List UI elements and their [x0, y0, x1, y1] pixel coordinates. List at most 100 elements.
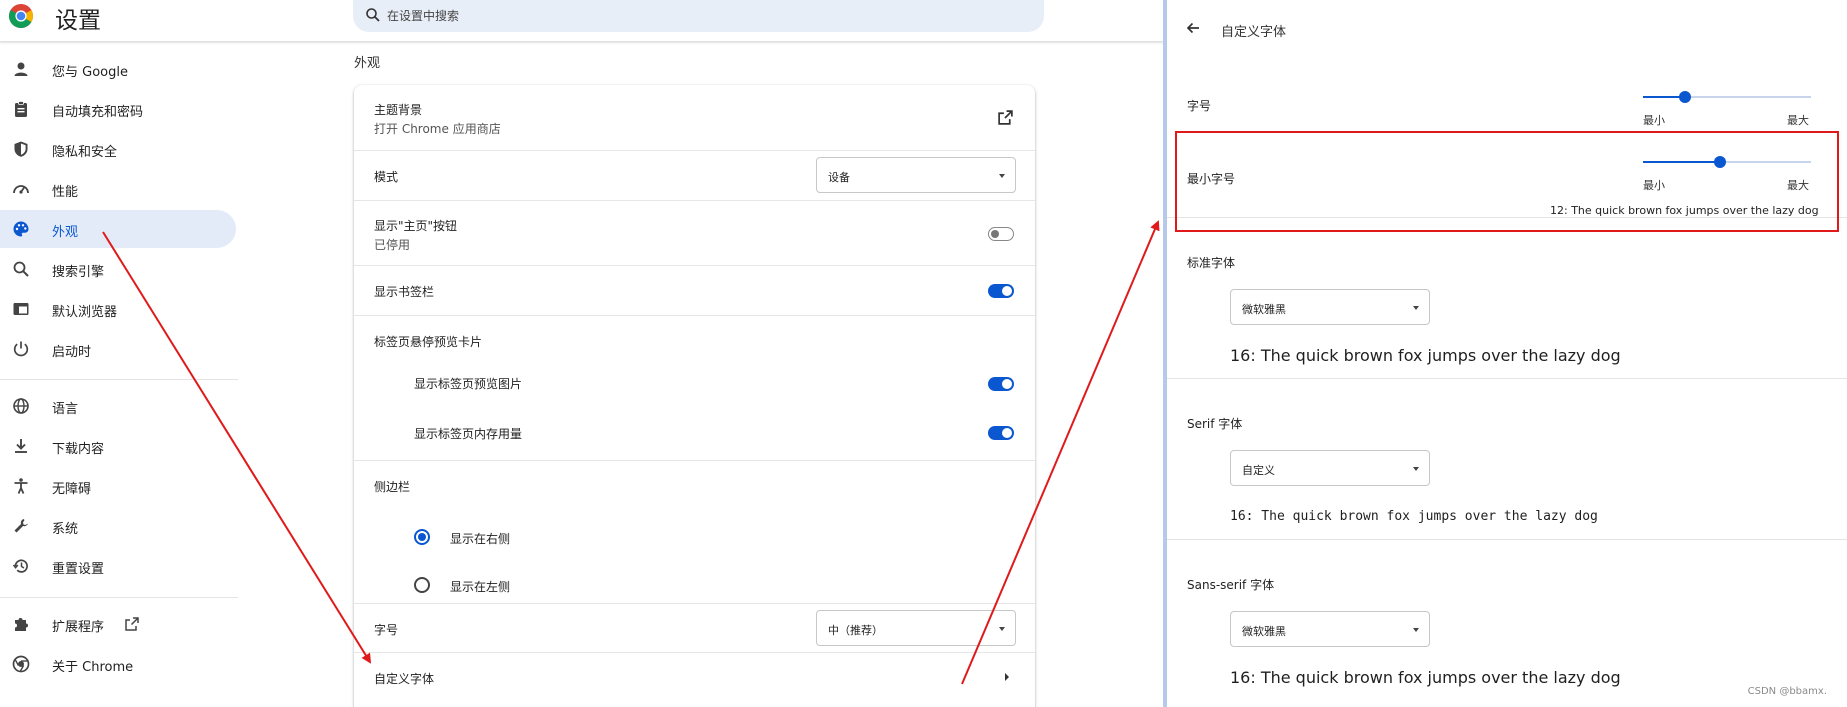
sidebar-item-label: 隐私和安全 — [52, 145, 118, 160]
mode-title: 模式 — [374, 170, 399, 184]
mode-select[interactable]: 设备 — [816, 157, 1016, 193]
sans-serif-font-label: Sans-serif 字体 — [1187, 578, 1275, 592]
settings-search[interactable] — [353, 0, 1044, 32]
chevron-down-icon — [999, 174, 1005, 178]
sidebar-item-label: 启动时 — [52, 345, 92, 360]
tab-memory-toggle[interactable] — [988, 426, 1014, 440]
sidebar-item-label: 重置设置 — [52, 562, 105, 577]
chevron-down-icon — [1413, 306, 1419, 310]
sidebar-item-default-browser[interactable]: 默认浏览器 — [0, 290, 236, 328]
theme-row[interactable]: 主题背景 打开 Chrome 应用商店 — [354, 85, 1035, 150]
custom-fonts-panel: 自定义字体 字号 最小 最大 最小字号 最小 最大 12: The quick … — [1163, 0, 1847, 707]
bookmarks-bar-toggle[interactable] — [988, 284, 1014, 298]
standard-font-value: 微软雅黑 — [1242, 303, 1286, 316]
sidebar-item-label: 下载内容 — [52, 442, 105, 457]
sidebar-item-label: 系统 — [52, 522, 79, 537]
home-button-row[interactable]: 显示"主页"按钮 已停用 — [354, 200, 1035, 265]
tab-memory-row[interactable]: 显示标签页内存用量 — [354, 415, 1035, 465]
sidebar-item-autofill[interactable]: 自动填充和密码 — [0, 90, 236, 128]
sidebar-item-languages[interactable]: 语言 — [0, 387, 236, 425]
side-panel-left-radio[interactable] — [414, 577, 430, 593]
panel-title: 自定义字体 — [1221, 25, 1287, 40]
sidebar-item-appearance[interactable]: 外观 — [0, 210, 236, 248]
font-size-slider[interactable] — [1643, 90, 1811, 104]
mode-row: 模式 设备 — [354, 150, 1035, 200]
slider-knob[interactable] — [1679, 91, 1691, 103]
sidebar-item-label: 语言 — [52, 402, 79, 417]
serif-font-value: 自定义 — [1242, 464, 1275, 477]
sidebar-item-extensions[interactable]: 扩展程序 — [0, 605, 236, 643]
tab-preview-image-toggle[interactable] — [988, 377, 1014, 391]
home-button-title: 显示"主页"按钮 — [374, 219, 458, 233]
watermark: CSDN @bbamx. — [1747, 686, 1827, 697]
page-title: 设置 — [55, 8, 101, 34]
sidebar-item-search-engine[interactable]: 搜索引擎 — [0, 250, 236, 288]
sidebar-item-label: 默认浏览器 — [52, 305, 118, 320]
font-size-label: 字号 — [1187, 99, 1212, 113]
serif-font-select[interactable]: 自定义 — [1230, 450, 1430, 486]
sidebar-item-label: 搜索引擎 — [52, 265, 105, 280]
sidebar-item-on-startup[interactable]: 启动时 — [0, 330, 236, 368]
panel-divider — [1167, 378, 1847, 379]
sans-serif-font-sample: 16: The quick brown fox jumps over the l… — [1230, 668, 1621, 687]
appearance-card: 主题背景 打开 Chrome 应用商店 模式 设备 显示"主页"按钮 已停用 显… — [354, 85, 1035, 707]
settings-toolbar: 设置 — [0, 0, 1163, 42]
sidebar-divider — [0, 379, 238, 380]
chrome-logo-icon — [8, 4, 34, 29]
sidebar-item-label: 性能 — [52, 185, 79, 200]
search-icon — [366, 8, 380, 22]
side-panel-row: 侧边栏 显示在右侧 显示在左侧 — [354, 460, 1035, 610]
side-panel-right-label[interactable]: 显示在右侧 — [450, 530, 510, 547]
sidebar-item-label: 自动填充和密码 — [52, 105, 144, 120]
sidebar-item-you-and-google[interactable]: 您与 Google — [0, 50, 236, 88]
home-button-toggle[interactable] — [988, 227, 1014, 241]
bookmarks-bar-row[interactable]: 显示书签栏 — [354, 265, 1035, 315]
mode-select-value: 设备 — [828, 171, 850, 184]
annotation-highlight-box — [1175, 131, 1839, 232]
arrow-back-icon[interactable] — [1185, 20, 1201, 36]
sans-serif-font-select[interactable]: 微软雅黑 — [1230, 611, 1430, 647]
speedometer-icon — [13, 185, 29, 194]
tab-preview-image-row[interactable]: 显示标签页预览图片 — [354, 365, 1035, 415]
sidebar-item-label: 外观 — [52, 225, 79, 240]
side-panel-right-radio[interactable] — [414, 529, 430, 545]
sidebar-item-downloads[interactable]: 下载内容 — [0, 427, 236, 465]
theme-subtitle: 打开 Chrome 应用商店 — [374, 122, 501, 136]
standard-font-label: 标准字体 — [1187, 256, 1236, 270]
power-icon — [13, 341, 29, 357]
clipboard-icon — [15, 101, 27, 117]
slider-min-label: 最小 — [1643, 114, 1665, 127]
side-panel-title: 侧边栏 — [374, 480, 411, 494]
panel-divider — [1167, 539, 1847, 540]
sidebar-item-about-chrome[interactable]: 关于 Chrome — [0, 645, 236, 683]
tab-memory-title: 显示标签页内存用量 — [414, 427, 523, 441]
sidebar-item-privacy[interactable]: 隐私和安全 — [0, 130, 236, 168]
custom-fonts-title: 自定义字体 — [374, 672, 435, 686]
sidebar-item-reset[interactable]: 重置设置 — [0, 547, 236, 585]
standard-font-select[interactable]: 微软雅黑 — [1230, 289, 1430, 325]
browser-window-icon — [13, 303, 29, 315]
shield-icon — [14, 141, 28, 157]
home-button-subtitle: 已停用 — [374, 238, 411, 252]
open-in-new-icon[interactable] — [997, 109, 1014, 126]
bookmarks-bar-title: 显示书签栏 — [374, 285, 435, 299]
side-panel-left-label[interactable]: 显示在左侧 — [450, 578, 510, 595]
accessibility-icon — [14, 478, 28, 494]
sidebar-divider — [0, 597, 238, 598]
sidebar-item-performance[interactable]: 性能 — [0, 170, 236, 208]
tab-hover-title: 标签页悬停预览卡片 — [374, 335, 483, 349]
wrench-icon — [14, 519, 28, 533]
font-size-title: 字号 — [374, 623, 399, 637]
external-link-icon — [125, 617, 139, 631]
sans-serif-font-value: 微软雅黑 — [1242, 625, 1286, 638]
palette-icon — [13, 221, 29, 237]
custom-fonts-row[interactable]: 自定义字体 — [354, 652, 1035, 702]
sidebar-item-accessibility[interactable]: 无障碍 — [0, 467, 236, 505]
serif-font-label: Serif 字体 — [1187, 417, 1243, 431]
download-icon — [15, 439, 27, 453]
search-input[interactable] — [387, 5, 987, 27]
sidebar-item-system[interactable]: 系统 — [0, 507, 236, 545]
font-size-select[interactable]: 中（推荐） — [816, 610, 1016, 646]
theme-title: 主题背景 — [374, 103, 423, 117]
chevron-down-icon — [1413, 628, 1419, 632]
